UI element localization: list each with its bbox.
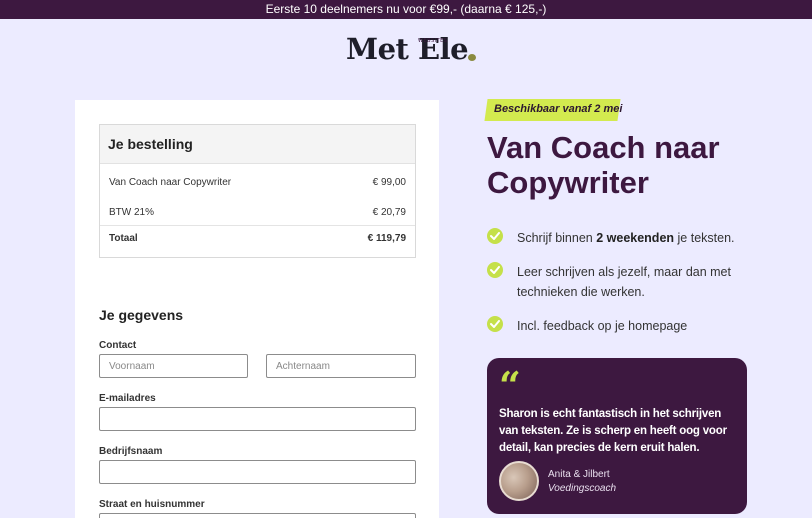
logo-wordmark: Met Ele	[346, 32, 469, 66]
logo-subtitle: WEBSITES	[418, 38, 448, 44]
email-input[interactable]	[99, 407, 416, 431]
order-divider	[100, 225, 415, 226]
street-input[interactable]	[99, 513, 416, 518]
avatar	[499, 461, 539, 501]
order-row-product: Van Coach naar Copywriter € 99,00	[109, 177, 406, 188]
order-summary-title: Je bestelling	[100, 125, 415, 164]
last-name-input[interactable]	[266, 354, 416, 378]
quote-icon: “	[499, 363, 521, 408]
benefit-text: Incl. feedback op je homepage	[517, 319, 688, 333]
contact-label: Contact	[99, 340, 137, 351]
order-row-label: BTW 21%	[109, 207, 155, 218]
order-summary: Je bestelling Van Coach naar Copywriter …	[99, 124, 416, 258]
availability-badge-text: Beschikbaar vanaf 2 mei	[494, 103, 623, 115]
site-logo[interactable]: Met Ele WEBSITES	[346, 30, 486, 70]
company-label: Bedrijfsnaam	[99, 446, 163, 457]
product-headline: Van Coach naar Copywriter	[487, 130, 720, 200]
announcement-text: Eerste 10 deelnemers nu voor €99,- (daar…	[265, 2, 547, 16]
check-icon	[487, 316, 503, 332]
order-row-amount: € 119,79	[367, 233, 406, 244]
first-name-input[interactable]	[99, 354, 248, 378]
testimonial-card: “ Sharon is echt fantastisch in het schr…	[487, 358, 747, 514]
order-row-amount: € 99,00	[372, 177, 406, 188]
testimonial-role: Voedingscoach	[548, 483, 617, 494]
logo-dot-icon	[468, 54, 476, 61]
order-row-total: Totaal € 119,79	[109, 233, 406, 244]
street-label: Straat en huisnummer	[99, 499, 205, 510]
check-icon	[487, 262, 503, 278]
order-row-label: Van Coach naar Copywriter	[109, 177, 232, 188]
order-row-label: Totaal	[109, 233, 138, 244]
testimonial-text: Sharon is echt fantastisch in het schrij…	[499, 408, 727, 454]
order-row-amount: € 20,79	[372, 207, 406, 218]
benefit-emphasis: 2 weekenden	[596, 231, 675, 245]
check-icon	[487, 228, 503, 244]
benefit-text: Leer schrijven als jezelf, maar dan met …	[517, 265, 731, 299]
details-title: Je gegevens	[99, 307, 184, 323]
checkout-form: Je bestelling Van Coach naar Copywriter …	[75, 100, 439, 518]
testimonial-author: Anita & Jilbert	[548, 469, 610, 480]
company-input[interactable]	[99, 460, 416, 484]
order-row-vat: BTW 21% € 20,79	[109, 207, 406, 218]
email-label: E-mailadres	[99, 393, 156, 404]
announcement-bar: Eerste 10 deelnemers nu voor €99,- (daar…	[0, 0, 812, 19]
benefit-text: Schrijf binnen 2 weekenden je teksten.	[517, 231, 735, 245]
